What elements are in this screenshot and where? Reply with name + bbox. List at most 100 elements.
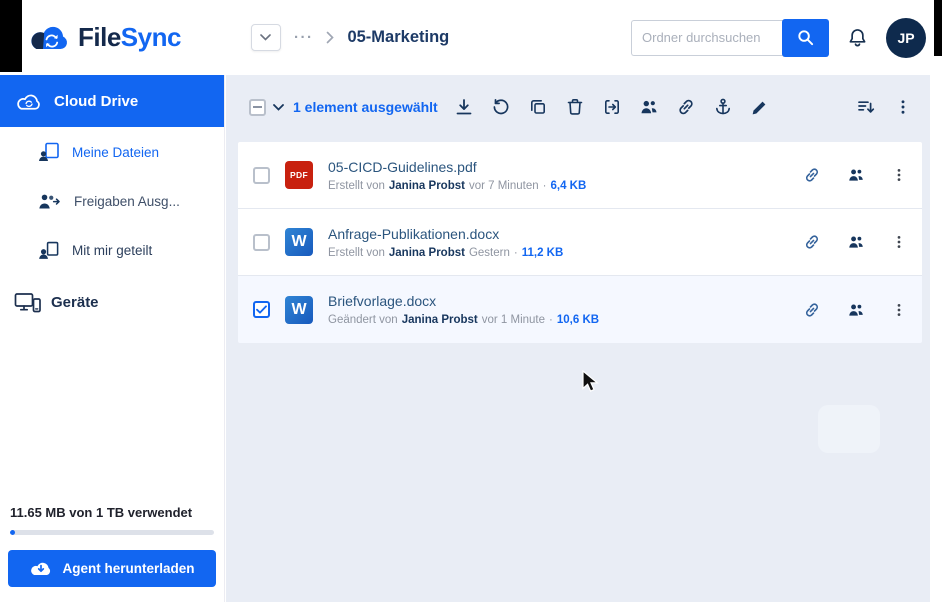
file-name-link[interactable]: 05-CICD-Guidelines.pdf [328,159,586,175]
file-info: Anfrage-Publikationen.docx Erstellt von … [328,226,563,259]
row-link-button[interactable] [803,301,821,319]
pencil-icon [752,101,766,114]
meta-action: Erstellt von [328,179,385,192]
rename-button[interactable] [750,98,769,117]
content-area: 1 element ausgewählt PDF 05-CICD-Guideli… [226,75,930,602]
selection-count-label: 1 element ausgewählt [293,99,438,115]
logo-text: FileSync [78,22,181,53]
meta-size: 6,4 KB [550,179,587,192]
meta-size: 10,6 KB [556,314,600,326]
row-share-button[interactable] [847,233,865,251]
sidebar-item-label: Meine Dateien [72,144,160,160]
row-link-button[interactable] [803,233,821,251]
kebab-icon [897,236,901,248]
copy-button[interactable] [528,97,548,117]
toolbar-right [856,97,912,117]
more-options-button[interactable] [894,97,912,117]
share-people-icon [641,100,657,114]
file-row[interactable]: PDF 05-CICD-Guidelines.pdf Erstellt von … [238,142,922,209]
row-menu-button[interactable] [891,233,907,251]
sidebar-item-mit-mir-geteilt[interactable]: Mit mir geteilt [0,226,224,275]
checkmark-icon [256,305,267,314]
anchor-icon [715,98,730,115]
share-button[interactable] [639,97,659,117]
file-list: PDF 05-CICD-Guidelines.pdf Erstellt von … [238,142,922,343]
pdf-icon-label: PDF [290,170,308,180]
meta-action: Erstellt von [328,246,385,259]
toolbar-actions [454,97,769,117]
header-actions: JP [631,17,926,58]
row-menu-button[interactable] [891,166,907,184]
word-icon-label: W [291,300,307,318]
download-button[interactable] [454,97,474,117]
sidebar-footer: 11.65 MB von 1 TB verwendet Agent herunt… [0,491,224,602]
breadcrumb-dropdown-button[interactable] [250,24,281,51]
row-share-button[interactable] [847,301,865,319]
search-button[interactable] [782,18,829,57]
row-menu-button[interactable] [891,301,907,319]
file-name-link[interactable]: Anfrage-Publikationen.docx [328,226,563,242]
move-icon [604,100,619,114]
people-icon [849,236,863,248]
logo-text-sync: Sync [120,22,182,52]
sidebar-item-geraete[interactable]: Geräte [0,275,224,330]
link-button[interactable] [676,97,696,117]
app-logo[interactable]: FileSync [27,22,181,53]
meta-author: Janina Probst [388,179,465,192]
link-icon [806,302,818,317]
my-files-icon [39,142,59,161]
meta-action: Geändert von [328,314,398,326]
move-button[interactable] [602,97,622,117]
sidebar-item-meine-dateien[interactable]: Meine Dateien [0,127,224,177]
row-share-button[interactable] [847,166,865,184]
file-info: 05-CICD-Guidelines.pdf Erstellt von Jani… [328,159,586,192]
link-icon [806,235,818,249]
breadcrumb-ellipsis[interactable]: ··· [294,29,314,46]
file-checkbox[interactable] [253,166,270,184]
download-icon [456,99,472,115]
file-name-link[interactable]: Briefvorlage.docx [328,293,599,309]
fading-overlay [818,405,880,453]
sidebar-item-freigaben-ausgehend[interactable]: Freigaben Ausg... [0,177,224,226]
selection-chevron-icon[interactable] [273,103,284,111]
sort-button[interactable] [856,97,876,117]
indeterminate-mark [253,106,262,108]
cloud-download-icon [31,562,51,575]
delete-button[interactable] [565,97,585,117]
file-row[interactable]: W Briefvorlage.docx Geändert von Janina … [238,276,922,343]
notifications-button[interactable] [847,27,868,49]
shared-with-me-icon [39,241,59,259]
download-agent-button[interactable]: Agent herunterladen [8,550,216,587]
link-icon [806,168,818,182]
sidebar-item-label: Mit mir geteilt [72,243,153,258]
storage-progress-fill [10,530,16,535]
select-all-checkbox[interactable] [249,98,266,116]
file-checkbox[interactable] [253,233,270,251]
file-meta: Geändert von Janina Probst vor 1 Minute … [328,314,599,326]
avatar[interactable]: JP [886,17,926,58]
sidebar-item-label: Geräte [51,294,99,311]
meta-size: 11,2 KB [521,246,564,259]
pdf-file-icon: PDF [285,161,313,189]
version-restore-button[interactable] [491,97,511,117]
file-row[interactable]: W Anfrage-Publikationen.docx Erstellt vo… [238,209,922,276]
file-meta: Erstellt von Janina Probst Gestern · 11,… [328,247,563,259]
sidebar-item-label: Freigaben Ausg... [74,194,180,209]
bell-icon [849,28,866,46]
row-link-button[interactable] [803,166,821,184]
anchor-button[interactable] [713,97,733,117]
window-edge-artifact [934,0,942,56]
breadcrumb-current: 05-Marketing [347,28,450,46]
logo-text-file: File [78,22,121,52]
download-agent-label: Agent herunterladen [62,561,195,576]
search-input[interactable] [631,19,783,56]
row-actions [803,233,907,251]
meta-separator: · [542,179,547,192]
word-icon-label: W [291,233,307,250]
file-checkbox[interactable] [253,301,270,318]
sidebar-item-cloud-drive[interactable]: Cloud Drive [0,75,224,127]
sidebar-item-label: Cloud Drive [54,92,139,110]
breadcrumb: ··· 05-Marketing [250,24,450,51]
people-icon [849,304,863,316]
row-actions [803,301,907,319]
